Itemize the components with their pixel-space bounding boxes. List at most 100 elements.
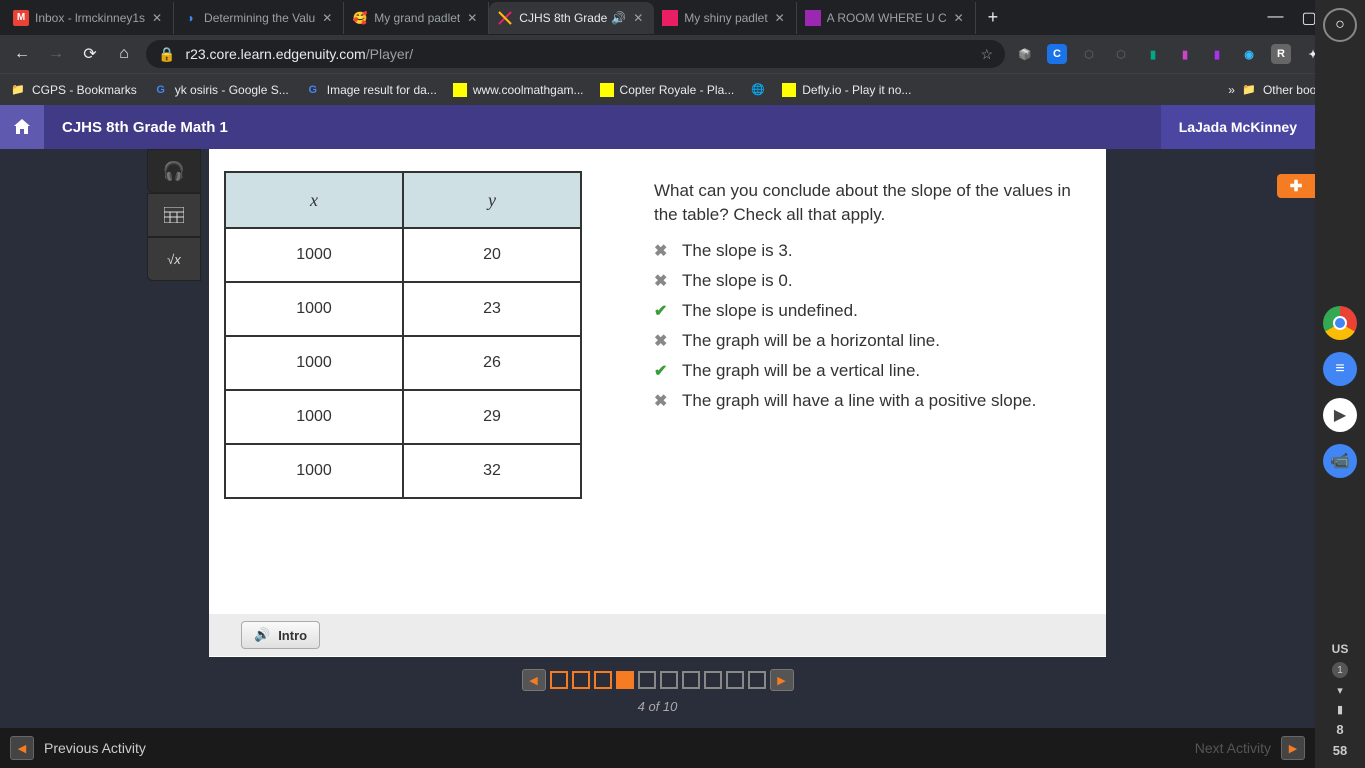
padlet-icon: 🥰 (352, 10, 368, 26)
tab-shiny-padlet[interactable]: My shiny padlet ✕ (654, 2, 796, 34)
bookmark-cgps[interactable]: 📁 CGPS - Bookmarks (10, 82, 137, 98)
answer-option: ✖The slope is 0. (654, 271, 1074, 291)
play-icon[interactable]: ▶ (1323, 398, 1357, 432)
pager-prev-button[interactable]: ◀ (522, 669, 546, 691)
bookmark-image-result[interactable]: G Image result for da... (305, 82, 437, 98)
wrong-icon: ✖ (654, 331, 670, 351)
tab-title: CJHS 8th Grade (519, 11, 607, 25)
close-icon[interactable]: ✕ (772, 10, 788, 26)
wrong-icon: ✖ (654, 241, 670, 261)
ext-icon[interactable]: 📦 (1015, 44, 1035, 64)
padlet-icon (662, 10, 678, 26)
bookmark-globe[interactable]: 🌐 (750, 82, 766, 98)
page-content: CJHS 8th Grade Math 1 LaJada McKinney 🎧 … (0, 105, 1315, 768)
close-icon[interactable]: ✕ (319, 10, 335, 26)
next-activity-button[interactable]: Next Activity ▶ (1195, 736, 1305, 760)
pager-step-9[interactable] (726, 671, 744, 689)
ext-icon[interactable]: R (1271, 44, 1291, 64)
close-icon[interactable]: ✕ (630, 10, 646, 26)
tab-determining[interactable]: ◑ Determining the Valu ✕ (174, 2, 344, 34)
minimize-button[interactable]: — (1267, 8, 1283, 28)
footer-bar: ◀ Previous Activity Next Activity ▶ (0, 728, 1315, 768)
bookmark-overflow[interactable]: » (1228, 83, 1235, 97)
home-button[interactable] (0, 105, 44, 149)
loading-icon: ◑ (182, 10, 198, 26)
audio-tool-button[interactable]: 🎧 (147, 149, 201, 193)
pager-step-3[interactable] (594, 671, 612, 689)
reload-button[interactable]: ⟳ (78, 44, 102, 64)
home-button[interactable]: ⌂ (112, 45, 136, 63)
forward-button[interactable]: → (44, 45, 68, 63)
site-icon (600, 83, 614, 97)
intro-button[interactable]: 🔊 Intro (241, 621, 320, 649)
bookmark-copter[interactable]: Copter Royale - Pla... (600, 83, 735, 97)
bookmark-label: CGPS - Bookmarks (32, 83, 137, 97)
table-row: 100032 (225, 444, 581, 498)
edgenuity-icon (497, 10, 513, 26)
video-icon[interactable]: 📹 (1323, 444, 1357, 478)
wifi-icon: ▾ (1337, 684, 1343, 697)
new-tab-button[interactable]: + (976, 7, 1011, 28)
next-arrow-icon: ▶ (1281, 736, 1305, 760)
bookmark-label: yk osiris - Google S... (175, 83, 289, 97)
globe-icon: 🌐 (750, 82, 766, 98)
bookmark-coolmath[interactable]: www.coolmathgam... (453, 83, 584, 97)
close-icon[interactable]: ✕ (951, 10, 967, 26)
back-button[interactable]: ← (10, 45, 34, 63)
tab-room[interactable]: A ROOM WHERE U C ✕ (797, 2, 976, 34)
pager-step-8[interactable] (704, 671, 722, 689)
data-table-container: x y 100020 100023 100026 100029 100032 (224, 171, 582, 499)
pager-step-1[interactable] (550, 671, 568, 689)
tab-grand-padlet[interactable]: 🥰 My grand padlet ✕ (344, 2, 489, 34)
pager-step-10[interactable] (748, 671, 766, 689)
pager-next-button[interactable]: ▶ (770, 669, 794, 691)
close-icon[interactable]: ✕ (149, 10, 165, 26)
star-icon[interactable]: ☆ (980, 46, 993, 63)
ext-icon[interactable]: ▮ (1175, 44, 1195, 64)
bookmark-defly[interactable]: Defly.io - Play it no... (782, 83, 911, 97)
formula-tool-button[interactable]: √x (147, 237, 201, 281)
table-row: 100023 (225, 282, 581, 336)
pager-step-7[interactable] (682, 671, 700, 689)
audio-icon[interactable]: 🔊 (611, 11, 626, 25)
google-icon: G (153, 82, 169, 98)
pager-step-5[interactable] (638, 671, 656, 689)
calculator-tool-button[interactable] (147, 193, 201, 237)
pager-step-4[interactable] (616, 671, 634, 689)
previous-activity-button[interactable]: ◀ Previous Activity (10, 736, 146, 760)
sys-circle-icon[interactable]: ○ (1323, 8, 1357, 42)
next-activity-label: Next Activity (1195, 740, 1271, 756)
add-tab-button[interactable]: ✚ (1277, 174, 1315, 198)
browser-tab-bar: M Inbox - lrmckinney1s ✕ ◑ Determining t… (0, 0, 1365, 35)
table-header-x: x (225, 172, 403, 228)
course-title: CJHS 8th Grade Math 1 (62, 119, 228, 136)
address-bar[interactable]: 🔒 r23.core.learn.edgenuity.com/Player/ ☆ (146, 40, 1005, 68)
ext-icon[interactable]: ⬡ (1111, 44, 1131, 64)
table-row: 100029 (225, 390, 581, 444)
url-path: /Player/ (366, 46, 413, 62)
ext-icon[interactable]: ◉ (1239, 44, 1259, 64)
folder-icon: 📁 (1241, 82, 1257, 98)
user-name[interactable]: LaJada McKinney (1161, 105, 1315, 149)
ext-icon[interactable]: ⬡ (1079, 44, 1099, 64)
pager-step-2[interactable] (572, 671, 590, 689)
tab-cjhs[interactable]: CJHS 8th Grade 🔊 ✕ (489, 2, 654, 34)
padlet-icon (805, 10, 821, 26)
ext-icon[interactable]: ▮ (1143, 44, 1163, 64)
notification-count: 1 (1332, 662, 1348, 678)
answer-option: ✖The slope is 3. (654, 241, 1074, 261)
docs-icon[interactable]: ≡ (1323, 352, 1357, 386)
tab-inbox[interactable]: M Inbox - lrmckinney1s ✕ (5, 2, 174, 34)
bookmark-label: Defly.io - Play it no... (802, 83, 911, 97)
system-tray[interactable]: US 1 ▾ ▮ 8 58 (1332, 642, 1349, 768)
tools-sidebar: 🎧 √x (147, 149, 201, 281)
site-icon (453, 83, 467, 97)
ext-icon[interactable]: C (1047, 44, 1067, 64)
chrome-icon[interactable] (1323, 306, 1357, 340)
ext-icon[interactable]: ▮ (1207, 44, 1227, 64)
bookmark-yk-osiris[interactable]: G yk osiris - Google S... (153, 82, 289, 98)
time-minute: 58 (1333, 743, 1347, 758)
pager-step-6[interactable] (660, 671, 678, 689)
close-icon[interactable]: ✕ (464, 10, 480, 26)
tab-title: Determining the Valu (204, 11, 315, 25)
